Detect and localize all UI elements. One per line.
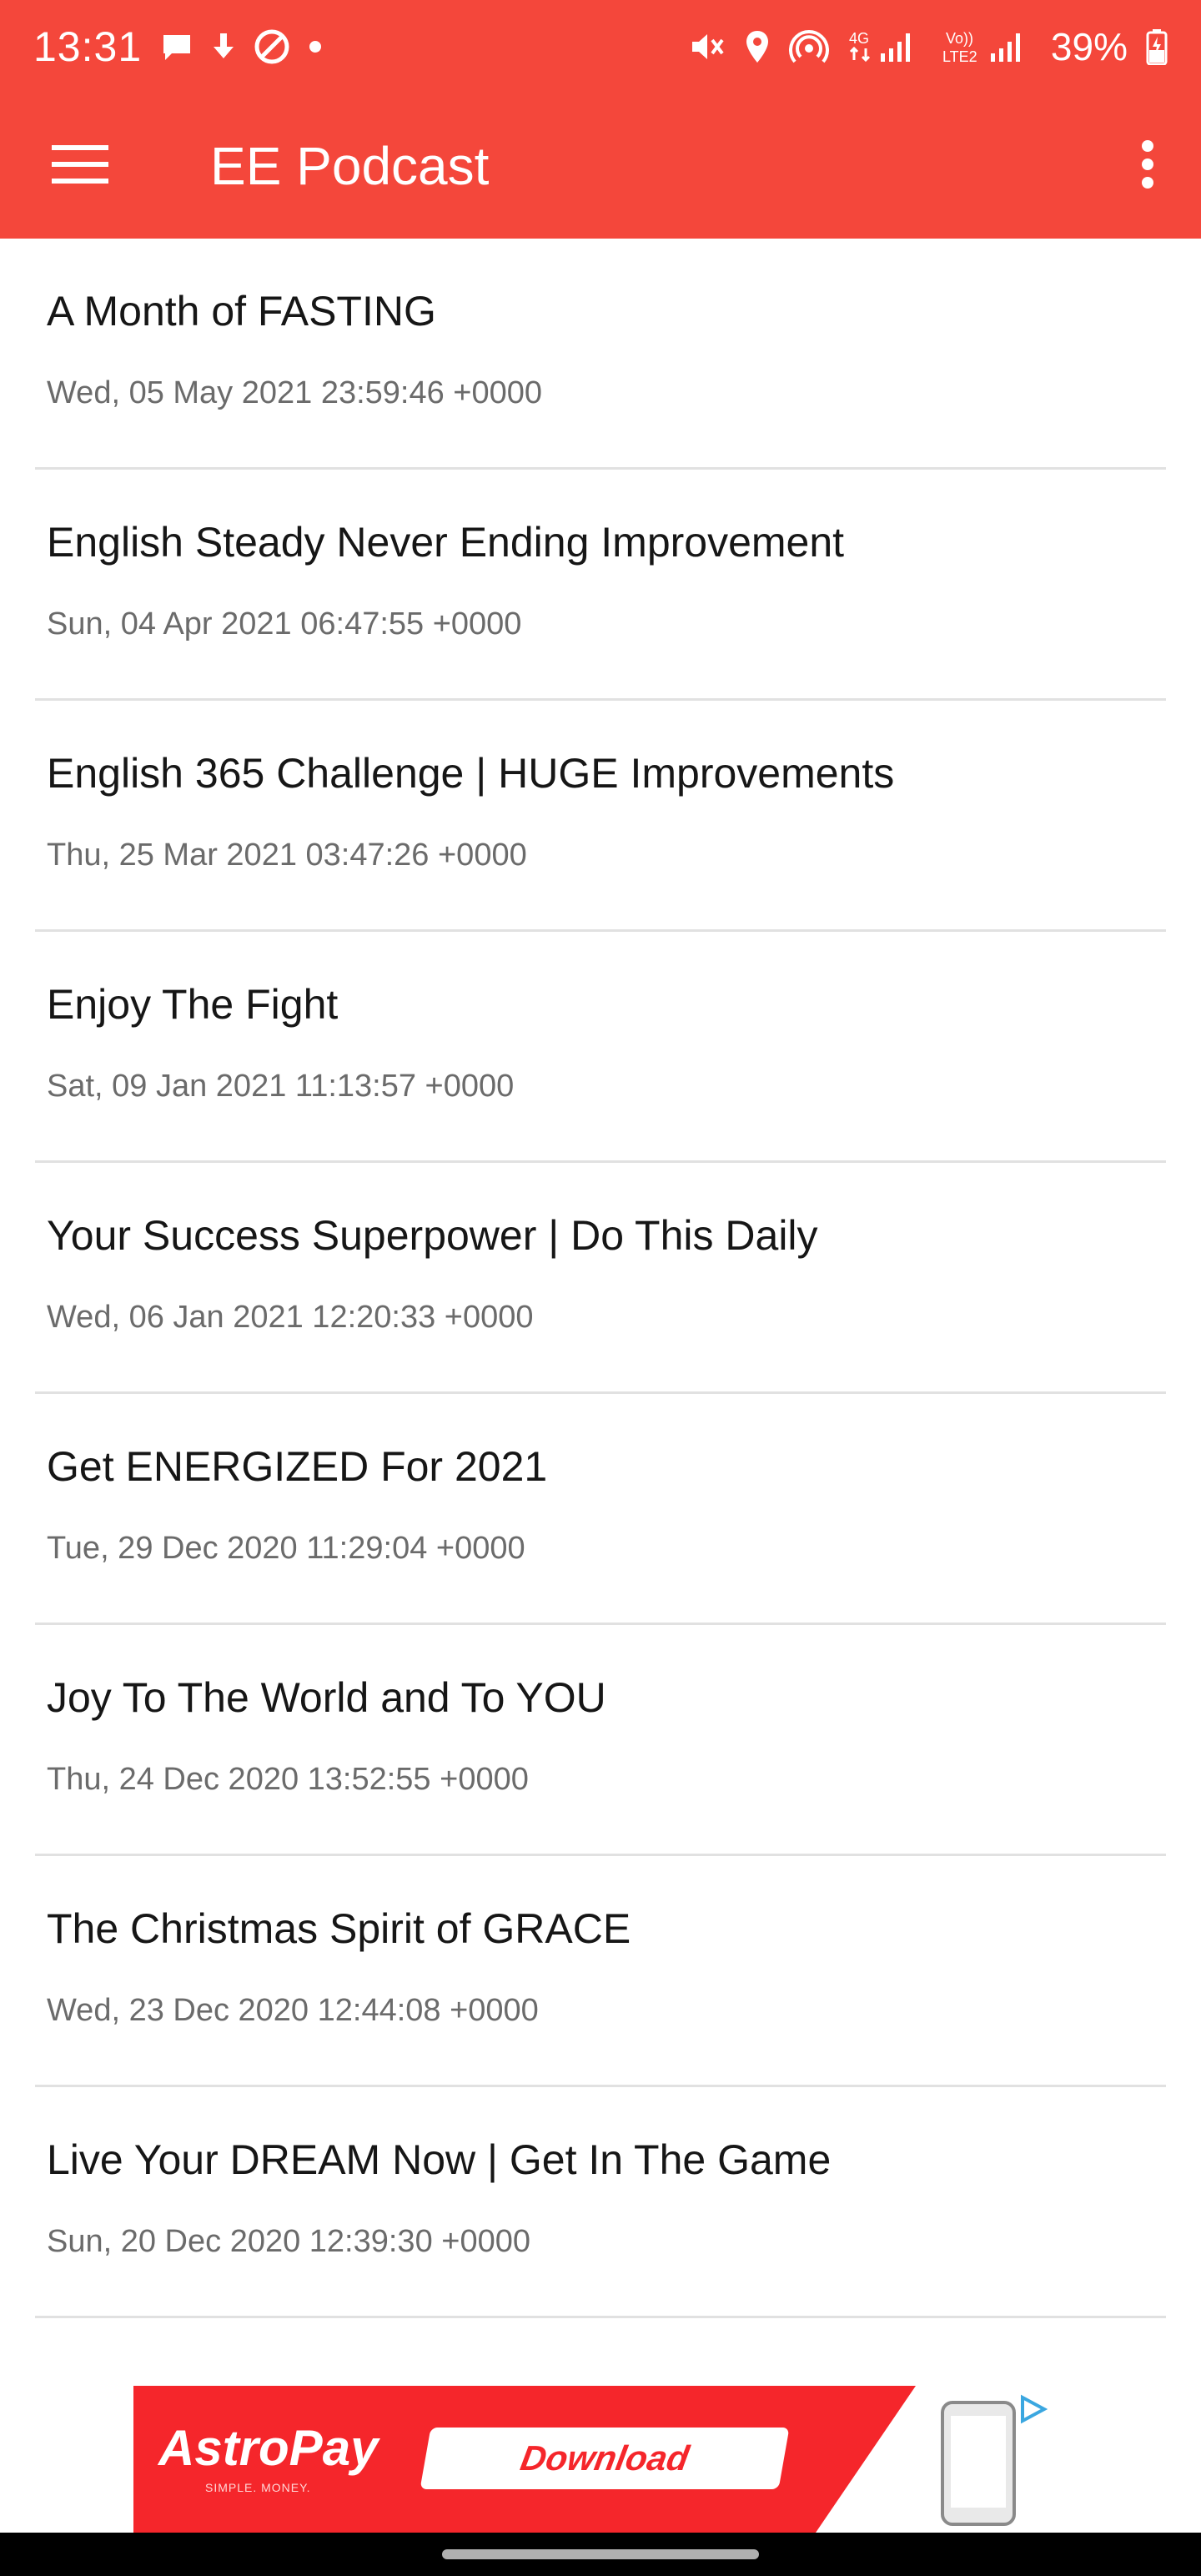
episode-date: Sun, 20 Dec 2020 12:39:30 +0000 [47, 2224, 530, 2259]
episode-date: Tue, 29 Dec 2020 11:29:04 +0000 [47, 1531, 525, 1566]
episode-title: Get ENERGIZED For 2021 [47, 1443, 548, 1490]
episode-title: Live Your DREAM Now | Get In The Game [47, 2136, 832, 2183]
ad-area: AstroPay SIMPLE. MONEY. Download [0, 2386, 1201, 2533]
signal-4g-icon: 4G [847, 28, 922, 65]
ad-download-label: Download [517, 2438, 692, 2478]
menu-button[interactable] [38, 124, 122, 208]
svg-text:LTE2: LTE2 [942, 48, 977, 65]
episode-list[interactable]: A Month of FASTING Wed, 05 May 2021 23:5… [0, 239, 1201, 2386]
mute-icon [689, 30, 726, 63]
phone-screen [951, 2416, 1006, 2508]
status-bar-right: 4G Vo)) LTE2 39% [689, 24, 1168, 69]
episode-item[interactable]: Joy To The World and To YOU Thu, 24 Dec … [35, 1625, 1166, 1856]
episode-title: A Month of FASTING [47, 288, 436, 335]
chat-icon [160, 30, 193, 63]
svg-text:Vo)): Vo)) [946, 30, 973, 47]
episode-title: English 365 Challenge | HUGE Improvement… [47, 750, 895, 797]
ad-tagline: SIMPLE. MONEY. [205, 2481, 311, 2494]
episode-title: The Christmas Spirit of GRACE [47, 1905, 631, 1952]
battery-icon [1146, 28, 1168, 65]
svg-text:4G: 4G [849, 30, 869, 47]
episode-title: Joy To The World and To YOU [47, 1674, 606, 1721]
episode-date: Thu, 25 Mar 2021 03:47:26 +0000 [47, 838, 527, 873]
episode-item[interactable]: A Month of FASTING Wed, 05 May 2021 23:5… [35, 239, 1166, 470]
ad-download-button[interactable]: Download [420, 2428, 790, 2489]
ad-choices-icon[interactable] [1016, 2392, 1049, 2426]
signal-volte-icon: Vo)) LTE2 [941, 28, 1033, 65]
phone-image [941, 2401, 1016, 2526]
episode-title: Enjoy The Fight [47, 981, 339, 1028]
episode-item[interactable] [35, 2318, 1166, 2386]
episode-date: Sat, 09 Jan 2021 11:13:57 +0000 [47, 1069, 515, 1104]
hotspot-icon [788, 28, 829, 65]
ad-banner[interactable]: AstroPay SIMPLE. MONEY. Download [133, 2386, 1066, 2533]
status-bar-left: 13:31 [33, 23, 322, 71]
episode-date: Wed, 06 Jan 2021 12:20:33 +0000 [47, 1300, 534, 1335]
more-options-button[interactable] [1114, 124, 1181, 208]
episode-date: Sun, 04 Apr 2021 06:47:55 +0000 [47, 606, 522, 641]
episode-title: Your Success Superpower | Do This Daily [47, 1212, 818, 1259]
episode-item[interactable]: Your Success Superpower | Do This Daily … [35, 1163, 1166, 1394]
status-bar: 13:31 4G Vo)) LTE2 39% [0, 0, 1201, 93]
episode-item[interactable]: The Christmas Spirit of GRACE Wed, 23 De… [35, 1856, 1166, 2087]
battery-percent: 39% [1050, 25, 1128, 68]
dnd-icon [254, 28, 290, 65]
episode-item[interactable]: Get ENERGIZED For 2021 Tue, 29 Dec 2020 … [35, 1394, 1166, 1625]
episode-item[interactable]: English 365 Challenge | HUGE Improvement… [35, 701, 1166, 932]
episode-item[interactable]: Live Your DREAM Now | Get In The Game Su… [35, 2087, 1166, 2318]
download-icon [212, 30, 235, 63]
episode-item[interactable]: Enjoy The Fight Sat, 09 Jan 2021 11:13:5… [35, 932, 1166, 1163]
home-gesture-handle[interactable] [442, 2549, 759, 2559]
dot-icon [309, 40, 322, 53]
hamburger-menu-icon [52, 143, 108, 189]
app-bar: EE Podcast [0, 93, 1201, 239]
more-vert-icon [1141, 139, 1154, 194]
episode-date: Thu, 24 Dec 2020 13:52:55 +0000 [47, 1762, 529, 1797]
status-time: 13:31 [33, 23, 143, 70]
episode-item[interactable]: English Steady Never Ending Improvement … [35, 470, 1166, 701]
location-icon [744, 29, 771, 64]
episode-title: English Steady Never Ending Improvement [47, 519, 845, 566]
navigation-bar [0, 2533, 1201, 2576]
episode-date: Wed, 05 May 2021 23:59:46 +0000 [47, 375, 543, 410]
episode-date: Wed, 23 Dec 2020 12:44:08 +0000 [47, 1993, 539, 2028]
ad-brand-logo: AstroPay [158, 2420, 379, 2476]
app-title: EE Podcast [210, 136, 490, 196]
